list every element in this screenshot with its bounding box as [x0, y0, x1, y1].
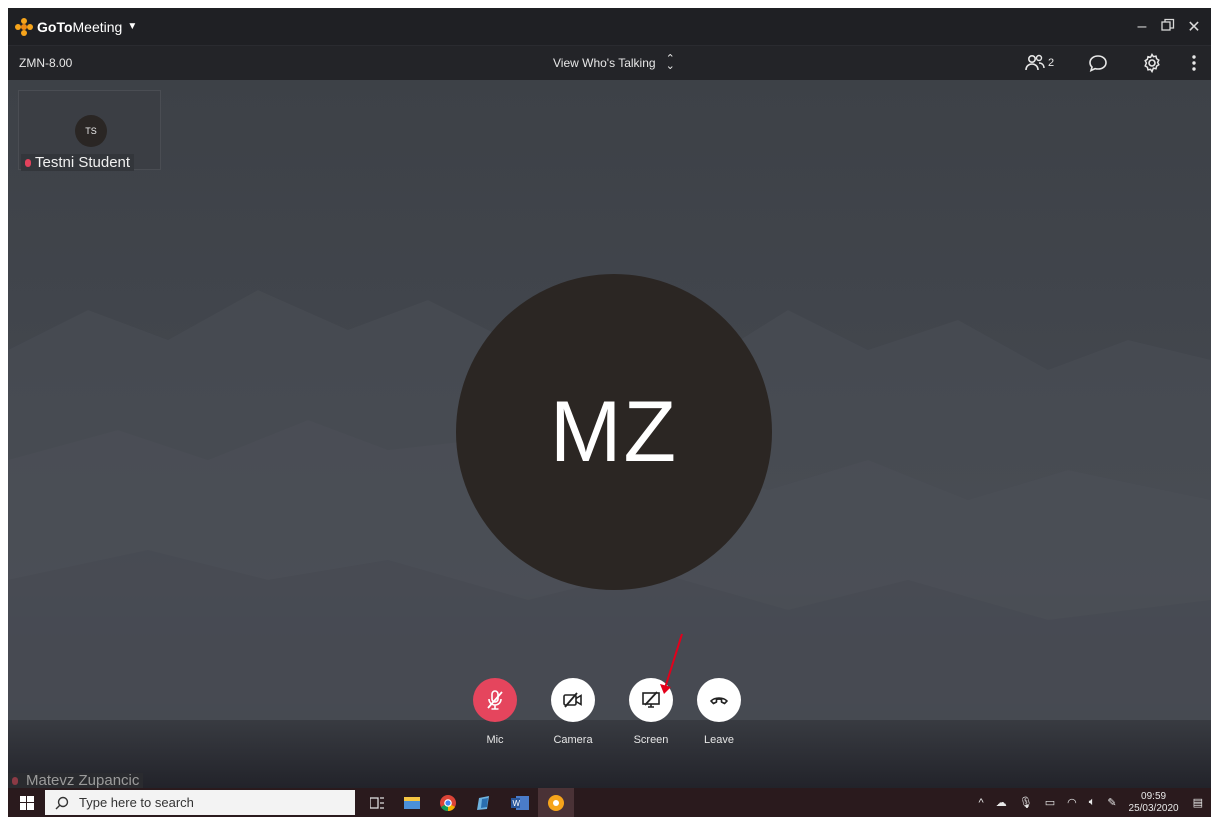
taskbar-search[interactable]: Type here to search: [45, 790, 355, 815]
clock-time: 09:59: [1141, 790, 1167, 802]
participants-button[interactable]: 2: [1009, 54, 1069, 72]
annotation-arrow: [660, 633, 683, 694]
people-icon: [1025, 54, 1045, 71]
system-tray: ^ ☁ 🎙︎ ▭ ◠ 🔈︎ ✎ 09:59 25/03/2020 ▤: [979, 788, 1211, 817]
task-view-icon[interactable]: [360, 796, 394, 809]
active-speaker-avatar: MZ: [456, 274, 772, 590]
view-mode-label: View Who's Talking: [553, 56, 656, 70]
file-explorer-icon[interactable]: [394, 796, 430, 809]
chevron-up-icon[interactable]: ^: [979, 797, 984, 809]
self-name: Matevz Zupancic: [26, 772, 140, 789]
notifications-icon[interactable]: ▤: [1193, 796, 1203, 809]
screen-label: Screen: [633, 734, 669, 746]
brand-name-bold: GoTo: [37, 18, 73, 35]
mic-button[interactable]: Mic: [465, 678, 525, 746]
gotomeeting-window: GoTo Meeting ▼ – ✕ ZMN-8.00 View Who's T…: [8, 8, 1211, 788]
window-controls: – ✕: [1129, 8, 1207, 46]
leave-button[interactable]: Leave: [689, 678, 749, 746]
word-icon[interactable]: W: [502, 795, 538, 810]
pinned-apps: W: [360, 788, 574, 817]
chat-button[interactable]: [1069, 54, 1127, 72]
wifi-icon[interactable]: ◠: [1067, 796, 1077, 809]
avatar: TS: [75, 115, 107, 147]
camera-label: Camera: [553, 734, 593, 746]
onedrive-icon[interactable]: ☁: [996, 796, 1007, 809]
gotomeeting-logo-icon: [15, 17, 33, 36]
view-mode-selector[interactable]: View Who's Talking ⌃ ⌄: [553, 46, 675, 80]
more-vertical-icon: [1192, 55, 1196, 71]
gear-icon: [1144, 53, 1160, 73]
settings-button[interactable]: [1127, 53, 1177, 73]
updown-chevron-icon: ⌃ ⌄: [665, 53, 675, 72]
more-options-button[interactable]: [1177, 54, 1211, 72]
microphone-icon[interactable]: 🎙︎: [1019, 796, 1033, 809]
chat-icon: [1089, 55, 1107, 72]
video-stage: TS Testni Student MZ Mic Camera Screen L…: [8, 80, 1211, 788]
leave-label: Leave: [704, 734, 734, 746]
app-icon[interactable]: [466, 795, 502, 811]
windows-logo-icon: [20, 795, 34, 810]
search-icon: [55, 796, 69, 809]
pen-icon[interactable]: ✎: [1107, 796, 1116, 809]
camera-button[interactable]: Camera: [543, 678, 603, 746]
participant-count: 2: [1047, 57, 1055, 69]
system-clock[interactable]: 09:59 25/03/2020: [1129, 791, 1179, 815]
close-icon[interactable]: ✕: [1181, 17, 1207, 37]
participant-thumbnail[interactable]: TS Testni Student: [18, 90, 161, 171]
search-placeholder: Type here to search: [79, 795, 194, 810]
hang-up-icon: [710, 697, 728, 705]
app-menu[interactable]: GoTo Meeting ▼: [15, 17, 138, 36]
mic-label: Mic: [486, 734, 504, 746]
self-name-label: Matevz Zupancic: [8, 772, 144, 789]
participant-name: Testni Student: [35, 154, 131, 171]
chrome-icon[interactable]: [430, 794, 466, 811]
camera-off-icon: [563, 692, 582, 708]
title-bar: GoTo Meeting ▼ – ✕: [8, 8, 1211, 46]
minimize-icon[interactable]: –: [1129, 18, 1155, 36]
volume-icon[interactable]: 🔈︎: [1089, 796, 1096, 809]
participant-name-label: Testni Student: [21, 154, 135, 171]
battery-icon[interactable]: ▭: [1045, 796, 1055, 809]
call-controls: Mic Camera Screen Leave: [8, 678, 1211, 758]
session-id: ZMN-8.00: [19, 56, 73, 70]
mic-muted-icon: [487, 690, 503, 710]
brand-name: Meeting: [72, 18, 123, 35]
windows-taskbar: Type here to search W ^ ☁ 🎙︎ ▭ ◠ 🔈︎ ✎ 09…: [8, 788, 1211, 817]
meeting-toolbar: ZMN-8.00 View Who's Talking ⌃ ⌄ 2: [8, 46, 1211, 80]
start-button[interactable]: [12, 795, 42, 810]
svg-text:W: W: [513, 799, 521, 808]
restore-icon[interactable]: [1155, 18, 1181, 37]
caret-down-icon: ▼: [127, 21, 138, 32]
gotomeeting-taskbar-icon[interactable]: [538, 788, 574, 817]
muted-mic-icon: [25, 159, 31, 167]
clock-date: 25/03/2020: [1128, 802, 1179, 814]
muted-mic-icon: [12, 777, 18, 785]
